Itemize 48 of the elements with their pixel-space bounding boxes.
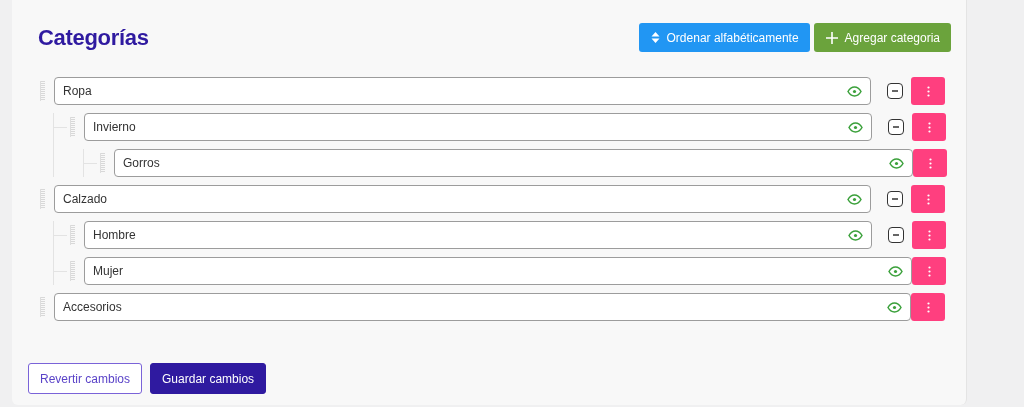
eye-icon[interactable] (847, 86, 862, 97)
plus-icon (825, 31, 838, 44)
minus-icon (892, 231, 900, 239)
dots-icon (926, 85, 930, 97)
dots-icon (926, 301, 930, 313)
dots-icon (927, 121, 931, 133)
dots-icon (928, 157, 932, 169)
collapse-button[interactable] (887, 191, 903, 207)
collapse-button[interactable] (888, 227, 904, 243)
category-field[interactable]: Ropa (54, 77, 871, 105)
category-field[interactable]: Mujer (84, 257, 912, 285)
minus-icon (892, 123, 900, 131)
eye-icon[interactable] (847, 194, 862, 205)
category-field[interactable]: Hombre (84, 221, 872, 249)
drag-handle[interactable] (70, 117, 75, 137)
dots-icon (927, 229, 931, 241)
revert-button[interactable]: Revertir cambios (28, 363, 143, 394)
category-field[interactable]: Calzado (54, 185, 871, 213)
more-button[interactable] (913, 149, 947, 177)
category-field[interactable]: Gorros (114, 149, 913, 177)
collapse-button[interactable] (887, 83, 903, 99)
dots-icon (927, 265, 931, 277)
drag-handle[interactable] (40, 189, 45, 209)
category-field[interactable]: Invierno (84, 113, 872, 141)
collapse-button[interactable] (888, 119, 904, 135)
page-title: Categorías (38, 24, 149, 51)
more-button[interactable] (912, 113, 946, 141)
dots-icon (926, 193, 930, 205)
more-button[interactable] (911, 293, 945, 321)
drag-handle[interactable] (40, 297, 45, 317)
drag-handle[interactable] (70, 261, 75, 281)
drag-handle[interactable] (40, 81, 45, 101)
drag-handle[interactable] (100, 153, 105, 173)
eye-icon[interactable] (887, 302, 902, 313)
minus-icon (891, 87, 899, 95)
more-button[interactable] (911, 77, 945, 105)
eye-icon[interactable] (888, 266, 903, 277)
minus-icon (891, 195, 899, 203)
eye-icon[interactable] (848, 230, 863, 241)
drag-handle[interactable] (70, 225, 75, 245)
more-button[interactable] (912, 257, 946, 285)
more-button[interactable] (912, 221, 946, 249)
eye-icon[interactable] (848, 122, 863, 133)
save-button[interactable]: Guardar cambios (150, 363, 267, 394)
more-button[interactable] (911, 185, 945, 213)
eye-icon[interactable] (889, 158, 904, 169)
category-field[interactable]: Accesorios (54, 293, 911, 321)
sort-icon (650, 32, 660, 43)
